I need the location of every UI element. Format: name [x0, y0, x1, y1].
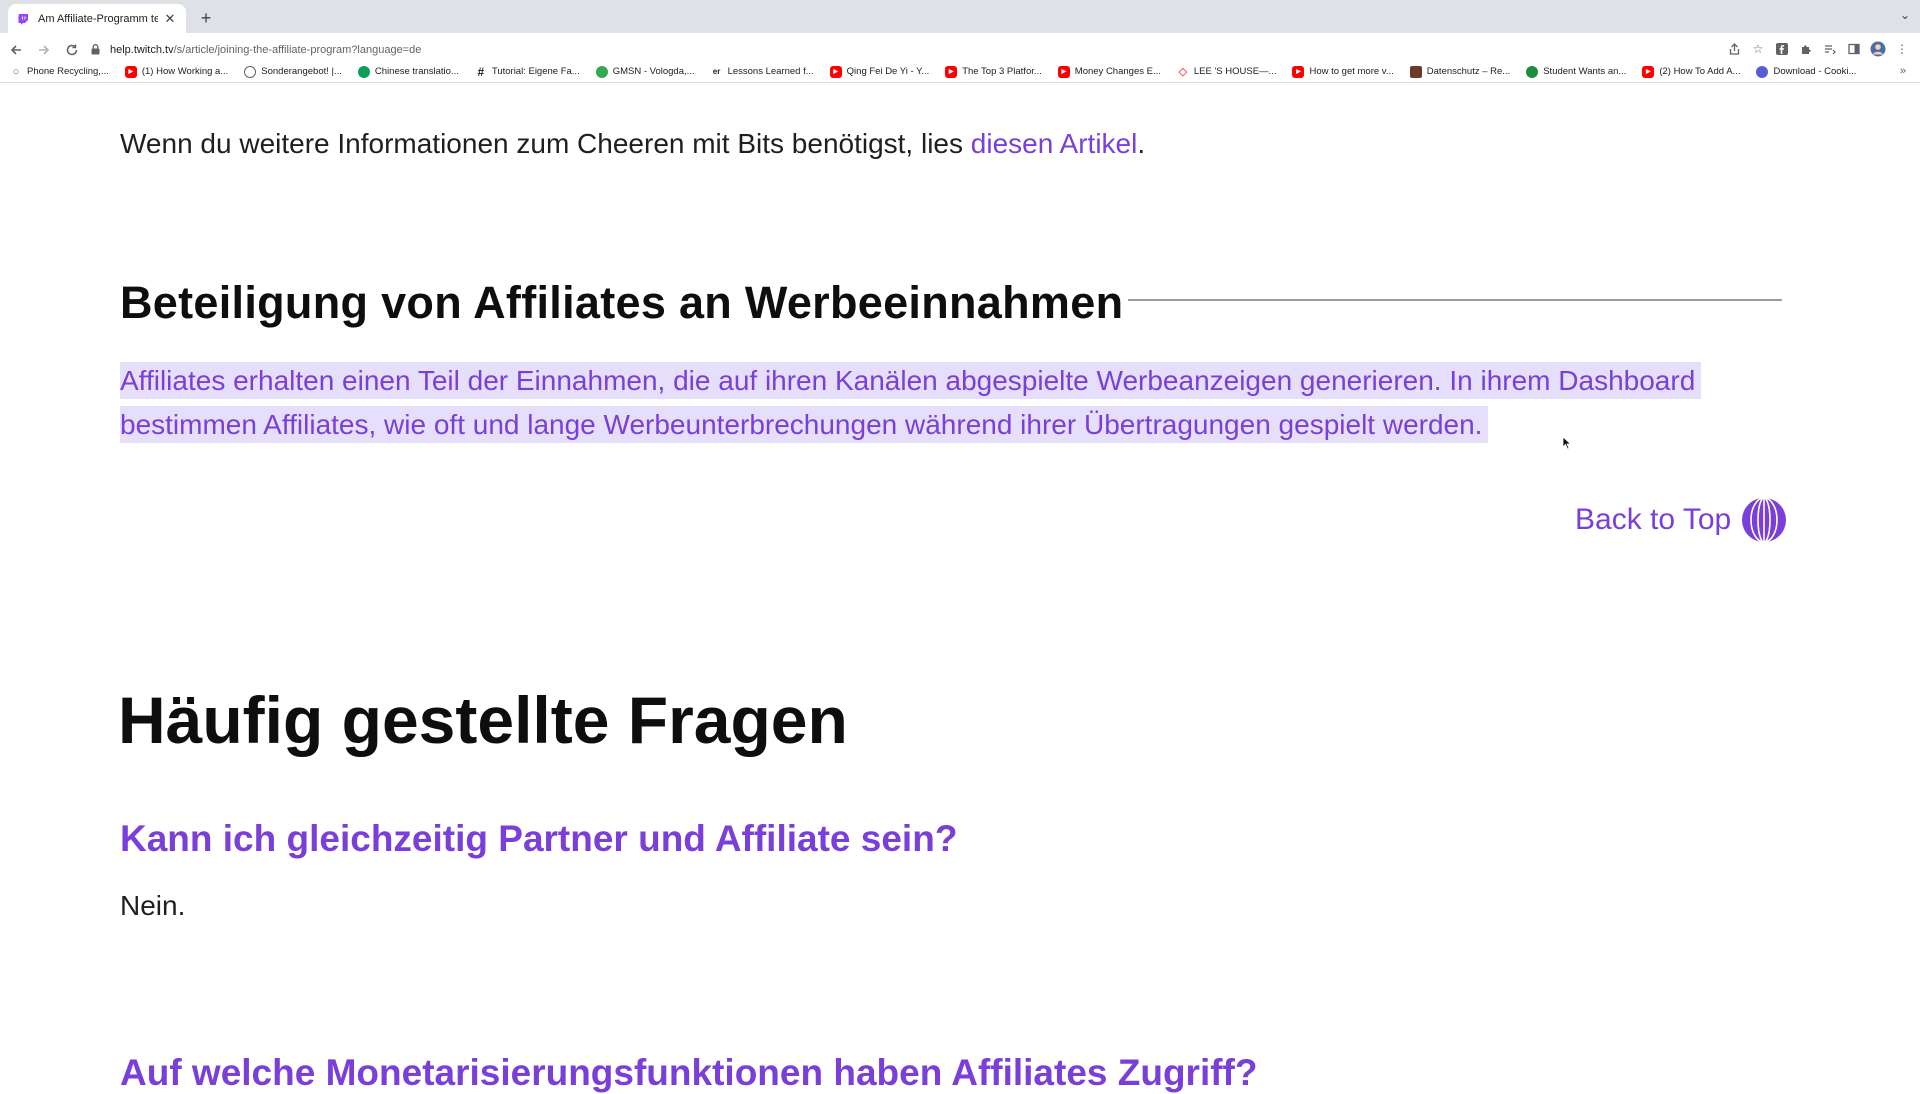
bookmark-item[interactable]: Chinese translatio... — [357, 65, 459, 78]
circle-icon — [244, 65, 257, 78]
bookmark-label: Qing Fei De Yi - Y... — [846, 66, 930, 77]
bookmark-item[interactable]: ▶ The Top 3 Platfor... — [945, 65, 1042, 78]
bits-period: . — [1137, 128, 1146, 159]
cookie-icon — [1756, 65, 1769, 78]
green-circle-icon — [1526, 65, 1539, 78]
back-to-top-button[interactable]: Back to Top — [1575, 497, 1787, 543]
bookmark-label: Phone Recycling,... — [27, 66, 109, 77]
bookmark-item[interactable]: ▶ Qing Fei De Yi - Y... — [829, 65, 930, 78]
bookmark-item[interactable]: ◇ LEE 'S HOUSE—... — [1177, 66, 1277, 78]
bookmark-label: LEE 'S HOUSE—... — [1193, 66, 1277, 77]
bookmark-item[interactable]: ▶ (1) How Working a... — [124, 65, 229, 78]
bookmark-label: (2) How To Add A... — [1659, 66, 1741, 77]
faq-question-2: Auf welche Monetarisierungsfunktionen ha… — [120, 1052, 1258, 1093]
bookmark-item[interactable]: Datenschutz – Re... — [1409, 65, 1511, 78]
faq-answer-1: Nein. — [120, 890, 186, 921]
url-text: help.twitch.tv/s/article/joining-the-aff… — [110, 43, 422, 56]
profile-avatar-icon[interactable] — [1870, 37, 1886, 61]
search-icon: ○ — [12, 65, 20, 78]
heading-divider — [1128, 299, 1782, 301]
article-content: Wenn du weitere Informationen zum Cheere… — [0, 84, 1920, 1093]
bookmark-label: Student Wants an... — [1543, 66, 1627, 77]
bookmark-star-icon[interactable]: ☆ — [1750, 37, 1766, 61]
back-arrow-icon[interactable] — [4, 38, 28, 62]
bookmark-item[interactable]: ▶ How to get more v... — [1292, 65, 1394, 78]
forward-arrow-icon[interactable] — [32, 38, 56, 62]
new-tab-button[interactable]: + — [194, 6, 218, 30]
facebook-extension-icon[interactable] — [1774, 37, 1790, 61]
twitch-globe-icon — [1742, 497, 1787, 543]
youtube-icon: ▶ — [1292, 65, 1305, 78]
bookmark-label: Chinese translatio... — [374, 66, 459, 77]
bookmark-item[interactable]: Download - Cooki... — [1756, 65, 1857, 78]
bookmark-label: Sonderangebot! |... — [261, 66, 342, 77]
bookmark-item[interactable]: Student Wants an... — [1526, 65, 1627, 78]
tab-strip: Am Affiliate-Programm teilneh ✕ + ⌄ — [0, 0, 1920, 33]
reading-list-icon[interactable] — [1822, 37, 1838, 61]
active-tab[interactable]: Am Affiliate-Programm teilneh ✕ — [8, 4, 186, 33]
mouse-cursor-icon — [1562, 436, 1572, 450]
green-badge-icon — [595, 65, 608, 78]
green-circle-icon — [357, 65, 370, 78]
selected-paragraph[interactable]: Affiliates erhalten einen Teil der Einna… — [120, 359, 1760, 447]
bookmark-item[interactable]: ○ Phone Recycling,... — [10, 66, 109, 78]
bookmark-item[interactable]: ▶ Money Changes E... — [1057, 65, 1161, 78]
faq-title: Häufig gestellte Fragen — [118, 683, 848, 757]
tab-search-icon[interactable]: ⌄ — [1900, 8, 1910, 22]
bookmark-label: Money Changes E... — [1074, 66, 1161, 77]
bookmark-item[interactable]: # Tutorial: Eigene Fa... — [475, 64, 580, 79]
bits-paragraph: Wenn du weitere Informationen zum Cheere… — [120, 128, 1145, 160]
bits-article-link[interactable]: diesen Artikel — [971, 128, 1138, 159]
youtube-icon: ▶ — [124, 65, 137, 78]
highlight-line-1: Affiliates erhalten einen Teil der Einna… — [120, 362, 1702, 399]
bookmark-label: Download - Cooki... — [1773, 66, 1857, 77]
hash-icon: # — [477, 64, 485, 79]
bookmark-label: The Top 3 Platfor... — [962, 66, 1042, 77]
back-to-top-label: Back to Top — [1575, 503, 1732, 536]
youtube-icon: ▶ — [945, 65, 958, 78]
bookmark-label: Tutorial: Eigene Fa... — [491, 66, 580, 77]
er-icon: er — [712, 67, 721, 76]
youtube-icon: ▶ — [1057, 65, 1070, 78]
toolbar-actions: ☆ ⋮ — [1726, 37, 1910, 61]
highlight-line-2: bestimmen Affiliates, wie oft und lange … — [120, 406, 1489, 443]
bookmark-item[interactable]: ▶ (2) How To Add A... — [1642, 65, 1741, 78]
lock-icon — [88, 43, 102, 57]
share-icon[interactable] — [1726, 37, 1742, 61]
bookmark-label: GMSN - Vologda,... — [612, 66, 695, 77]
menu-kebab-icon[interactable]: ⋮ — [1894, 37, 1910, 61]
bookmark-item[interactable]: GMSN - Vologda,... — [595, 65, 695, 78]
tab-title: Am Affiliate-Programm teilneh — [38, 12, 158, 25]
bookmarks-bar: ○ Phone Recycling,... ▶ (1) How Working a..… — [0, 61, 1920, 83]
twitch-icon — [16, 12, 30, 26]
extensions-puzzle-icon[interactable] — [1798, 37, 1814, 61]
bookmark-label: Lessons Learned f... — [727, 66, 814, 77]
bookmark-label: How to get more v... — [1309, 66, 1394, 77]
reload-icon[interactable] — [60, 38, 84, 62]
airbnb-icon: ◇ — [1178, 66, 1188, 78]
bookmark-label: (1) How Working a... — [141, 66, 229, 77]
youtube-icon: ▶ — [1642, 65, 1655, 78]
youtube-icon: ▶ — [829, 65, 842, 78]
bookmark-label: Datenschutz – Re... — [1426, 66, 1511, 77]
close-tab-icon[interactable]: ✕ — [162, 11, 178, 27]
section-heading: Beteiligung von Affiliates an Werbeeinna… — [120, 277, 1124, 328]
side-panel-icon[interactable] — [1846, 37, 1862, 61]
dark-square-icon — [1409, 65, 1422, 78]
bookmark-item[interactable]: er Lessons Learned f... — [711, 66, 814, 78]
bits-text: Wenn du weitere Informationen zum Cheere… — [120, 128, 971, 159]
faq-question-1: Kann ich gleichzeitig Partner und Affili… — [120, 818, 958, 859]
bookmarks-overflow-icon[interactable]: » — [1900, 65, 1906, 77]
address-bar[interactable]: help.twitch.tv/s/article/joining-the-aff… — [88, 37, 1728, 62]
bookmark-item[interactable]: Sonderangebot! |... — [244, 65, 342, 78]
